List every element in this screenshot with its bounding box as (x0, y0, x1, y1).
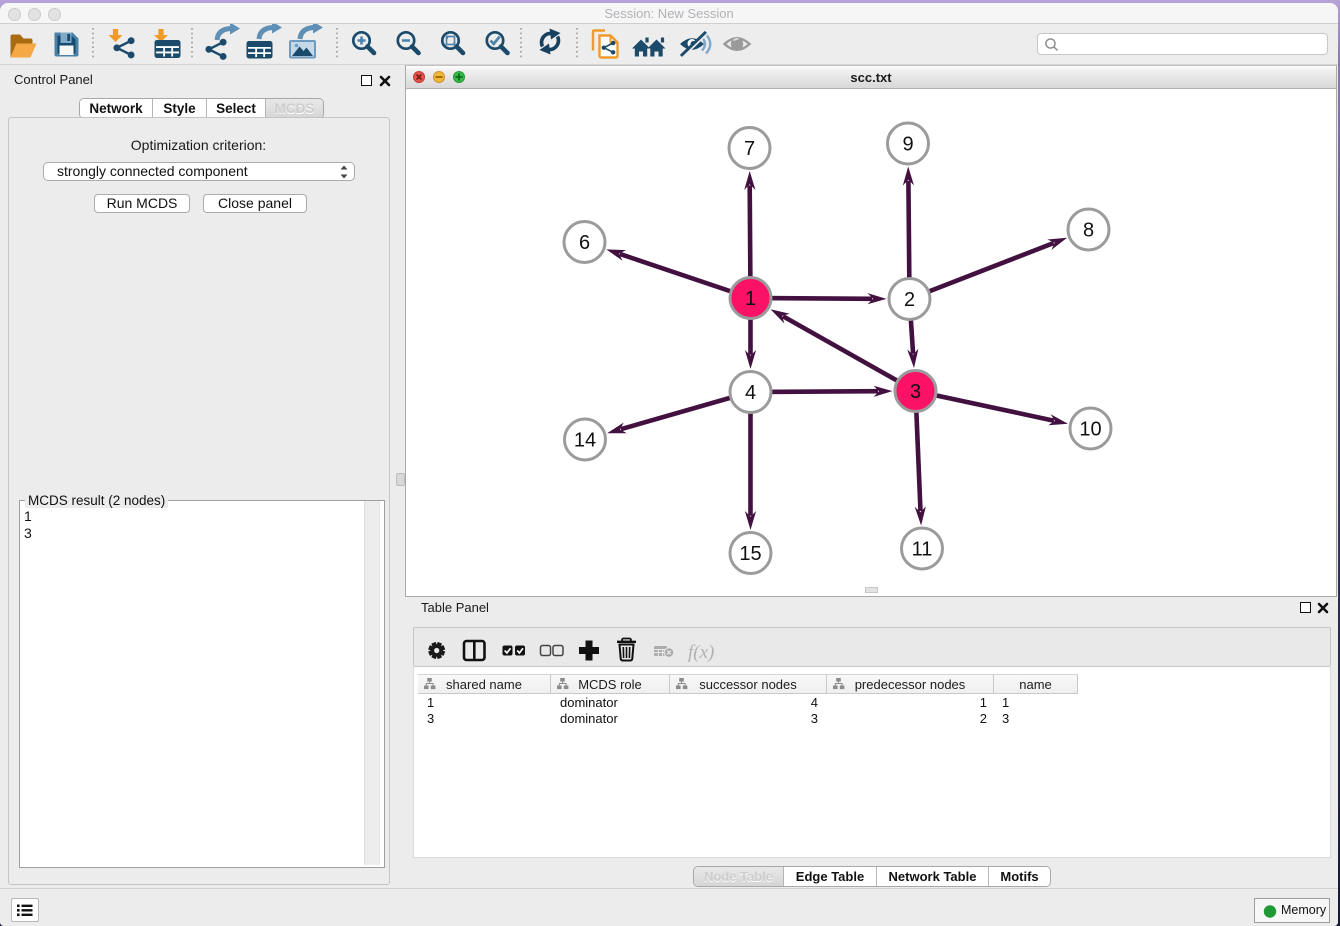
svg-text:6: 6 (579, 232, 590, 254)
svg-text:14: 14 (574, 429, 596, 451)
svg-text:4: 4 (745, 382, 756, 404)
svg-text:3: 3 (910, 381, 921, 403)
svg-text:2: 2 (904, 289, 915, 311)
svg-text:10: 10 (1079, 418, 1101, 440)
svg-text:7: 7 (744, 138, 755, 160)
svg-text:8: 8 (1083, 219, 1094, 241)
svg-text:9: 9 (902, 133, 913, 155)
svg-text:1: 1 (745, 288, 756, 310)
svg-text:f(x): f(x) (688, 642, 714, 663)
svg-text:15: 15 (739, 543, 761, 565)
svg-text:11: 11 (912, 538, 933, 560)
